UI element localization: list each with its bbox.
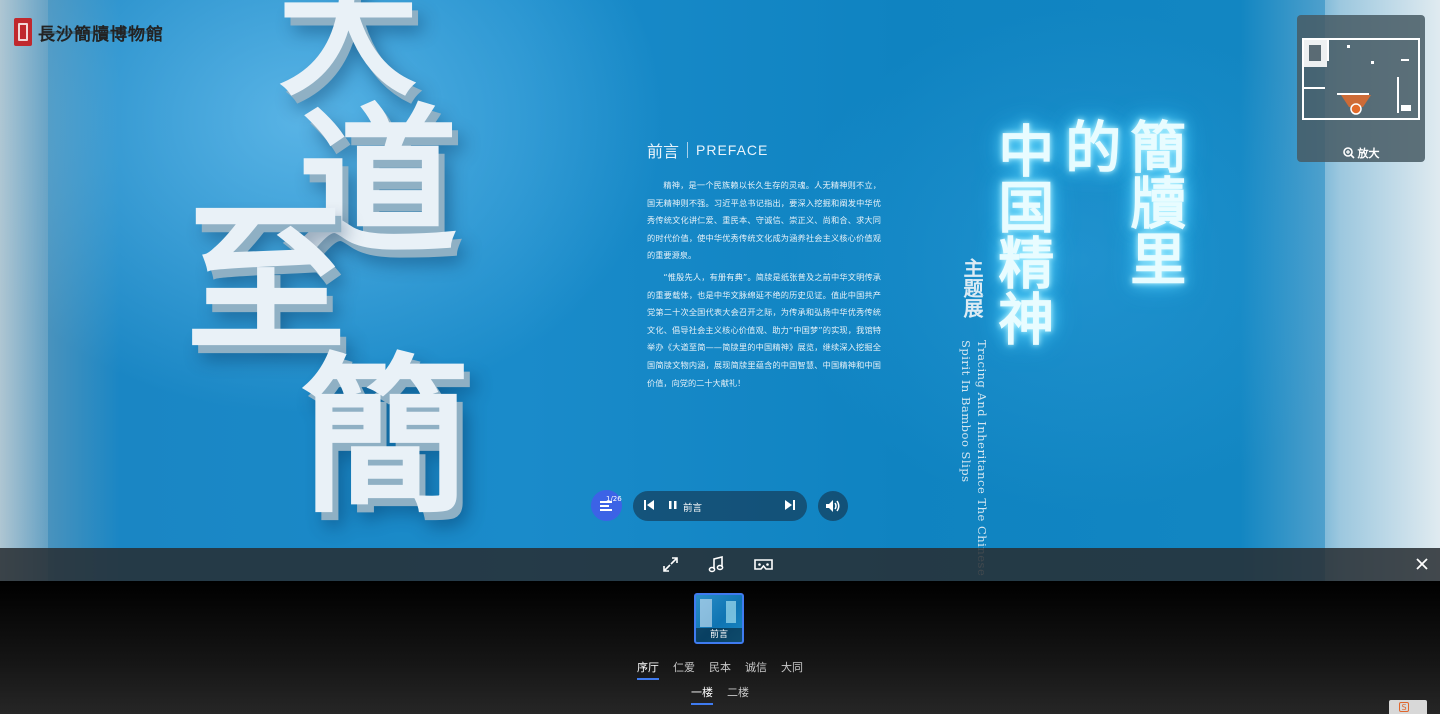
floor-minimap[interactable]: 放大 — [1297, 15, 1425, 162]
view-toolbar — [0, 548, 1440, 581]
pause-icon[interactable] — [668, 499, 678, 511]
scene-thumbnail[interactable]: 前言 — [694, 593, 744, 644]
thumbnail-image — [700, 599, 712, 627]
preface-paragraph: “惟殷先人，有册有典”。简牍是纸张普及之前中华文明传承的重要载体，也是中华文脉绵… — [647, 271, 881, 388]
tab-chengxin[interactable]: 诚信 — [745, 659, 767, 675]
tab-xuting[interactable]: 序厅 — [637, 659, 659, 680]
floor-tabs: 一楼 二楼 — [0, 684, 1440, 705]
sogou-icon: S — [1399, 702, 1409, 712]
preface-title-cn: 前言 — [647, 142, 680, 161]
floor-plan-map[interactable] — [1301, 37, 1421, 121]
panorama-view[interactable]: 大 道 至 簡 前言 PREFACE 精神，是一个民族赖以长久生存的灵魂。人无精… — [0, 0, 1440, 581]
thumbnail-image — [726, 601, 736, 623]
preface-paragraph: 精神，是一个民族赖以长久生存的灵魂。人无精神则不立，国无精神则不强。习近平总书记… — [647, 180, 881, 261]
big-char-jian: 簡 — [300, 337, 471, 537]
title-col-de: 的 — [1055, 118, 1122, 174]
volume-button[interactable] — [818, 491, 848, 521]
skip-previous-icon[interactable] — [643, 499, 655, 511]
input-method-icon[interactable]: S — [1389, 700, 1427, 714]
title-col-zhongguojingshen: 中国精神 — [988, 122, 1055, 346]
tab-datong[interactable]: 大同 — [781, 659, 803, 675]
theme-en-line: Tracing And Inheritance — [975, 340, 989, 495]
scene-selector-panel: 前言 序厅 仁爱 民本 诚信 大同 一楼 二楼 — [0, 581, 1440, 714]
tab-floor-2[interactable]: 二楼 — [727, 684, 749, 700]
big-char-zhi: 至 — [186, 186, 347, 374]
skip-next-icon[interactable] — [784, 499, 796, 511]
vr-glasses-icon[interactable] — [754, 556, 773, 573]
hall-tabs: 序厅 仁爱 民本 诚信 大同 — [0, 659, 1440, 680]
location-marker-icon — [1350, 103, 1362, 115]
track-title: 前言 — [683, 503, 703, 514]
zoom-button[interactable]: 放大 — [1297, 145, 1425, 161]
theme-label: 主题展 — [960, 258, 984, 318]
zoom-label: 放大 — [1357, 147, 1380, 160]
logo-subline — [42, 31, 162, 34]
playlist-count: 1/26 — [606, 495, 622, 503]
wall-edge-left — [0, 0, 48, 581]
music-icon[interactable] — [708, 556, 725, 573]
seal-icon — [14, 18, 32, 46]
zoom-in-icon — [1342, 147, 1355, 159]
audio-player: 前言 — [633, 491, 807, 521]
preface-title-en: PREFACE — [696, 142, 769, 158]
scene-thumbnail-label: 前言 — [696, 628, 742, 642]
title-col-jiandu: 簡牘里 — [1120, 118, 1187, 286]
preface-heading: 前言 PREFACE — [647, 138, 768, 162]
preface-divider — [687, 142, 689, 158]
theme-subtitle-en: Tracing And Inheritance The Chinese Spir… — [958, 340, 990, 581]
close-icon[interactable] — [1414, 556, 1430, 572]
fullscreen-icon[interactable] — [662, 556, 679, 573]
tab-minben[interactable]: 民本 — [709, 659, 731, 675]
tab-renai[interactable]: 仁爱 — [673, 659, 695, 675]
tab-floor-1[interactable]: 一楼 — [691, 684, 713, 705]
volume-icon — [826, 500, 840, 512]
preface-body: 精神，是一个民族赖以长久生存的灵魂。人无精神则不立，国无精神则不强。习近平总书记… — [647, 177, 881, 396]
